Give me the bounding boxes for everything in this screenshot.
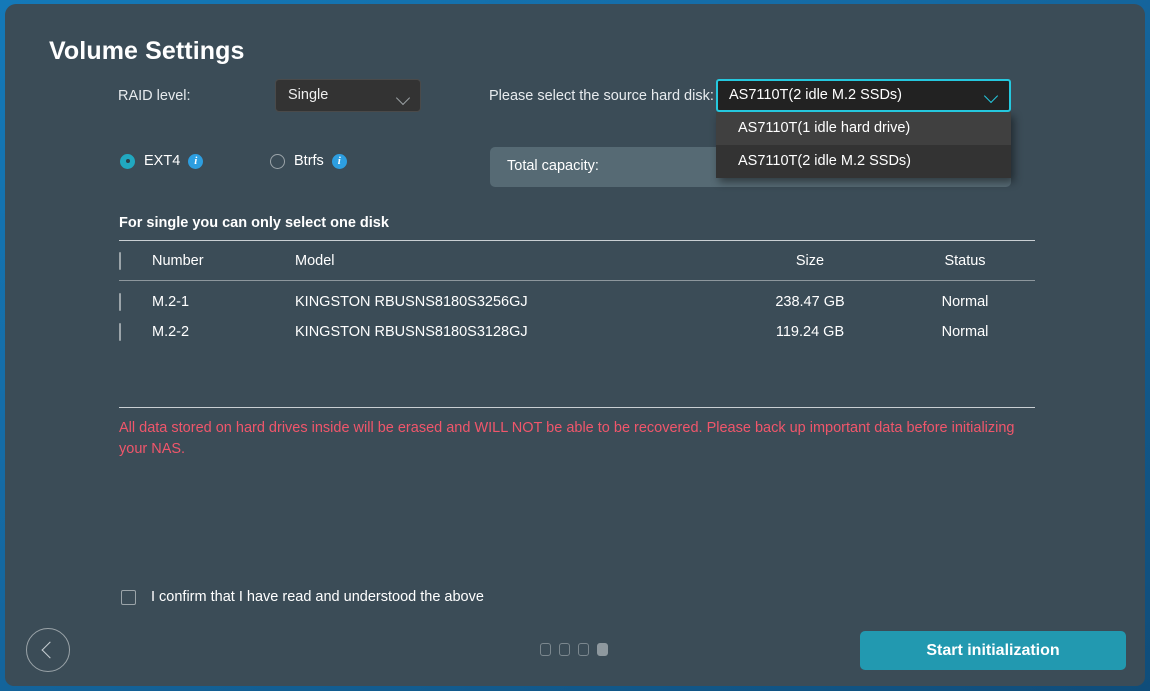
row-select-cell [119, 293, 152, 311]
source-disk-value: AS7110T(2 idle M.2 SSDs) [729, 87, 902, 103]
application-window: Volume Settings RAID level: Single EXT4 … [0, 0, 1150, 691]
cell-model: KINGSTON RBUSNS8180S3128GJ [295, 324, 528, 340]
info-icon[interactable]: i [188, 153, 204, 169]
filesystem-option-btrfs[interactable]: Btrfs i [270, 153, 347, 169]
confirm-checkbox[interactable] [121, 589, 136, 605]
info-icon[interactable]: i [331, 153, 347, 169]
table-header-row: Number Model Size Status [119, 241, 1035, 280]
source-disk-dropdown-list: AS7110T(1 idle hard drive) AS7110T(2 idl… [716, 112, 1011, 178]
chevron-down-icon [395, 90, 411, 106]
source-disk-option[interactable]: AS7110T(1 idle hard drive) [716, 112, 1011, 145]
cell-size: 119.24 GB [775, 324, 845, 340]
row-checkbox[interactable] [119, 293, 121, 311]
select-all-cell [119, 251, 152, 270]
pagination-dot[interactable] [578, 643, 589, 656]
back-button[interactable] [26, 628, 70, 672]
column-header-number: Number [152, 252, 204, 269]
disk-table-body: M.2-1 KINGSTON RBUSNS8180S3256GJ 238.47 … [119, 281, 1035, 347]
pagination-dot[interactable] [540, 643, 551, 656]
table-bottom-divider [119, 407, 1035, 408]
chevron-down-icon [983, 88, 999, 104]
filesystem-label-btrfs: Btrfs [294, 153, 324, 169]
filesystem-label-ext4: EXT4 [144, 153, 181, 169]
confirm-label: I confirm that I have read and understoo… [151, 589, 484, 605]
cell-model: KINGSTON RBUSNS8180S3256GJ [295, 294, 528, 310]
raid-level-value: Single [288, 87, 329, 103]
cell-number: M.2-1 [152, 294, 190, 310]
row-select-cell [119, 323, 152, 341]
source-disk-label: Please select the source hard disk: [489, 88, 714, 104]
table-row[interactable]: M.2-2 KINGSTON RBUSNS8180S3128GJ 119.24 … [119, 317, 1035, 347]
cell-number: M.2-2 [152, 324, 190, 340]
raid-level-label: RAID level: [118, 88, 191, 104]
total-capacity-label: Total capacity: [507, 158, 599, 174]
start-initialization-button[interactable]: Start initialization [860, 631, 1126, 670]
step-pagination [540, 643, 608, 656]
row-checkbox[interactable] [119, 323, 121, 341]
warning-message: All data stored on hard drives inside wi… [119, 420, 1015, 457]
pagination-dot-active[interactable] [597, 643, 608, 656]
cell-status: Normal [941, 324, 989, 340]
cell-size: 238.47 GB [775, 294, 845, 310]
select-all-checkbox[interactable] [119, 251, 121, 270]
column-header-size: Size [795, 252, 825, 269]
column-header-status: Status [944, 252, 986, 269]
page-title: Volume Settings [49, 37, 245, 65]
disk-table: Number Model Size Status M.2-1 KINGSTON … [119, 240, 1035, 347]
cell-status: Normal [941, 294, 989, 310]
confirm-row[interactable]: I confirm that I have read and understoo… [121, 589, 484, 605]
table-row[interactable]: M.2-1 KINGSTON RBUSNS8180S3256GJ 238.47 … [119, 287, 1035, 317]
filesystem-option-ext4[interactable]: EXT4 i [120, 153, 204, 169]
raid-level-select[interactable]: Single [275, 79, 421, 112]
source-disk-select[interactable]: AS7110T(2 idle M.2 SSDs) [716, 79, 1011, 112]
pagination-dot[interactable] [559, 643, 570, 656]
disk-table-caption: For single you can only select one disk [119, 215, 389, 231]
radio-ext4[interactable] [120, 153, 135, 169]
column-header-model: Model [295, 252, 335, 269]
source-disk-option[interactable]: AS7110T(2 idle M.2 SSDs) [716, 145, 1011, 178]
radio-btrfs[interactable] [270, 153, 285, 169]
volume-settings-panel: Volume Settings RAID level: Single EXT4 … [5, 4, 1145, 686]
